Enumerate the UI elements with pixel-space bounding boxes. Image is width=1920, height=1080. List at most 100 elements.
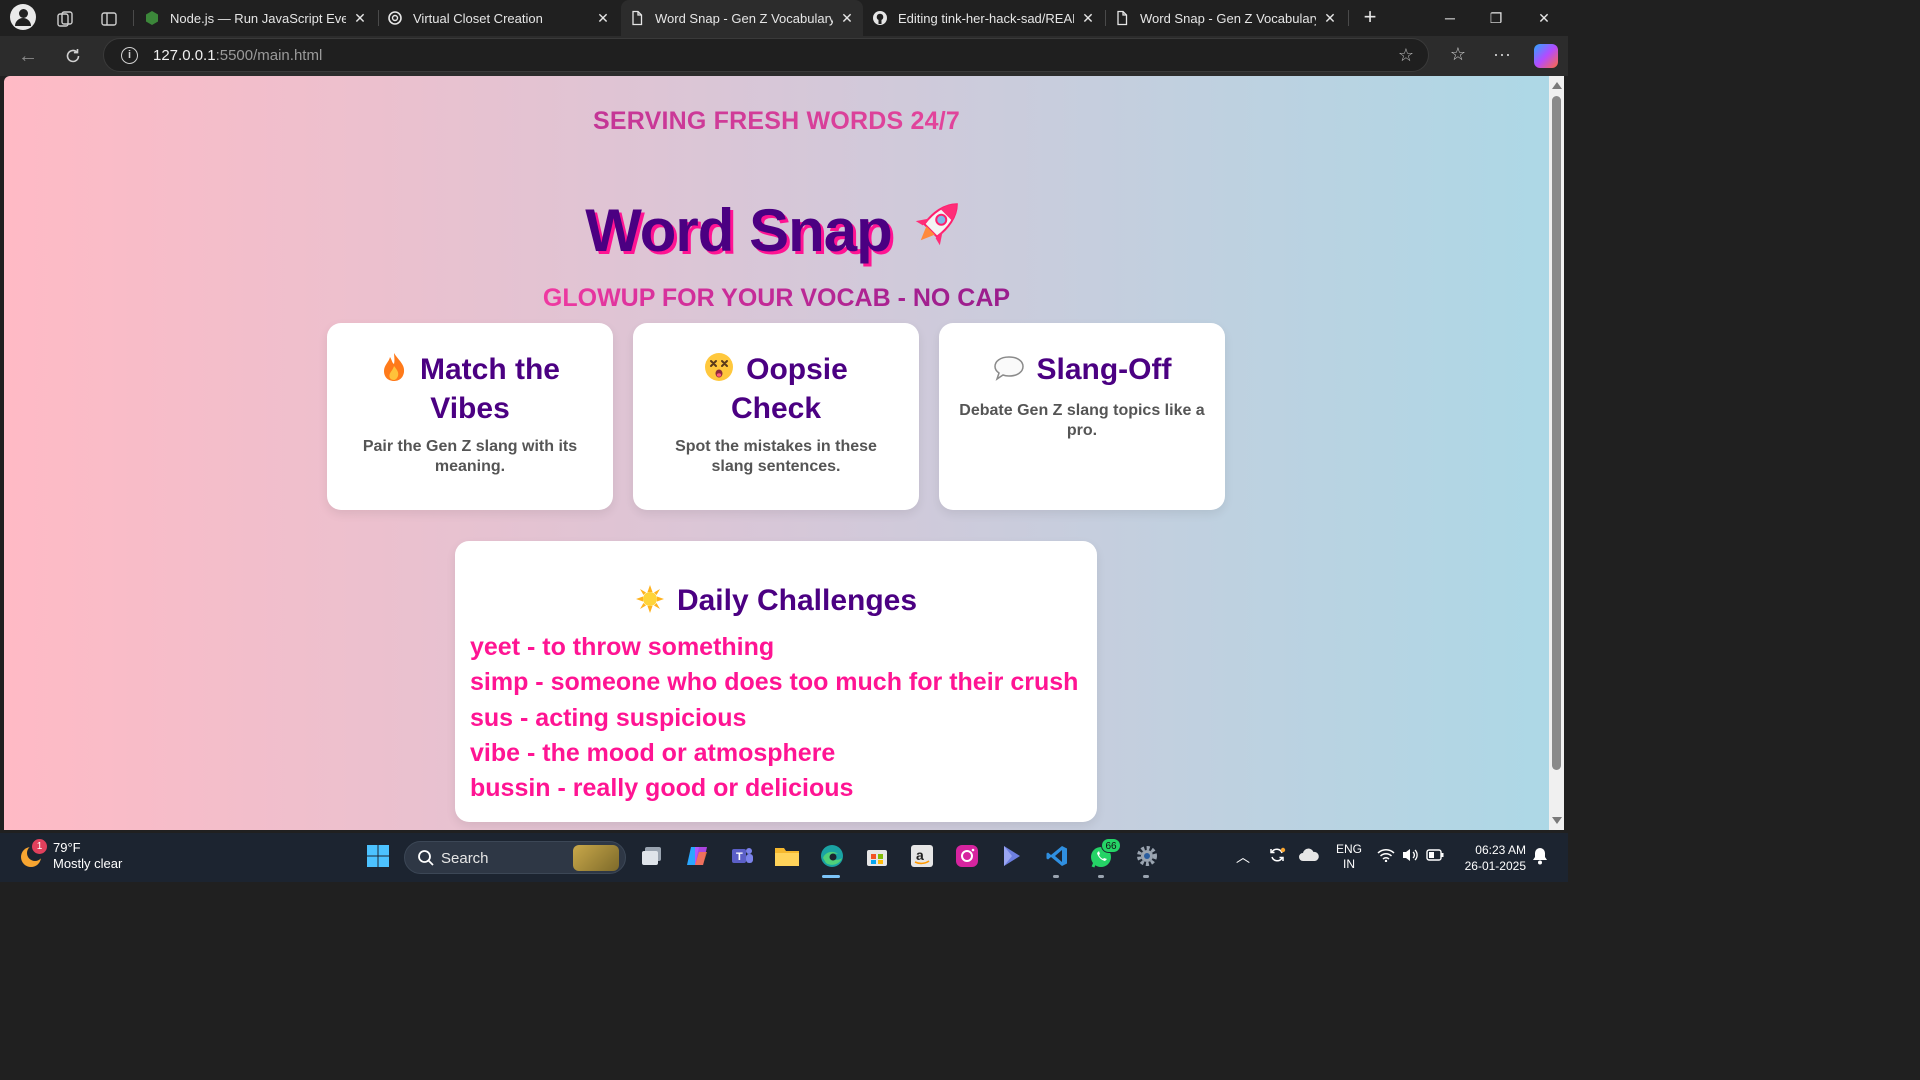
close-tab-icon[interactable]: ✕: [352, 10, 368, 26]
search-icon: [418, 850, 434, 866]
page-scrollbar[interactable]: [1549, 76, 1564, 830]
tab-bar: Node.js — Run JavaScript Everyw ✕ Virtua…: [0, 0, 1568, 36]
daily-challenges-title: Daily Challenges: [455, 584, 1097, 622]
list-item: vibe - the mood or atmosphere: [470, 738, 836, 767]
close-tab-icon[interactable]: ✕: [595, 10, 611, 26]
nodejs-icon: [144, 10, 160, 26]
whatsapp-icon[interactable]: 66: [1088, 838, 1121, 870]
reload-icon[interactable]: [61, 44, 85, 68]
wifi-icon[interactable]: [1377, 848, 1395, 865]
instagram-icon[interactable]: [953, 842, 981, 870]
dizzy-face-icon: [704, 352, 734, 391]
tab-virtual-closet[interactable]: Virtual Closet Creation ✕: [379, 4, 619, 32]
address-toolbar: ← i 127.0.0.1:5500/main.html ☆ ☆ ···: [0, 36, 1568, 76]
teams-icon[interactable]: T: [728, 842, 756, 870]
tab-github-readme[interactable]: Editing tink-her-hack-sad/READM ✕: [864, 4, 1104, 32]
close-window-icon[interactable]: ✕: [1524, 6, 1564, 30]
new-tab-icon[interactable]: +: [1358, 6, 1382, 30]
whatsapp-badge: 66: [1101, 838, 1121, 853]
store-icon[interactable]: [863, 842, 891, 870]
show-hidden-icons[interactable]: ︿: [1236, 847, 1250, 867]
page-icon: [1114, 10, 1130, 26]
taskbar: 1 79°F Mostly clear Search T a 66 ︿ ENG …: [0, 833, 1568, 882]
vertical-tabs-icon[interactable]: [98, 8, 120, 30]
page-viewport: SERVING FRESH WORDS 24/7 Word Snap GLOWU…: [4, 76, 1549, 830]
close-tab-icon[interactable]: ✕: [1080, 10, 1096, 26]
card-description: Debate Gen Z slang topics like a pro.: [959, 402, 1205, 439]
daily-challenges-list: yeet - to throw something simp - someone…: [470, 630, 1078, 806]
profile-icon[interactable]: [10, 4, 36, 30]
more-options-icon[interactable]: ···: [1490, 44, 1514, 65]
copilot-app-icon[interactable]: [683, 842, 711, 870]
active-app-indicator: [822, 875, 840, 878]
card-description: Spot the mistakes in these slang sentenc…: [675, 438, 877, 475]
list-item: bussin - really good or delicious: [470, 774, 854, 803]
fire-icon: [380, 352, 408, 391]
card-title: Match the Vibes: [327, 352, 613, 427]
vscode-icon[interactable]: [1043, 842, 1071, 870]
weather-badge: 1: [32, 839, 47, 854]
tab-title: Word Snap - Gen Z Vocabulary: [655, 10, 833, 26]
tab-word-snap[interactable]: Word Snap - Gen Z Vocabulary ✕: [1106, 4, 1346, 32]
page-title: Word Snap: [4, 193, 1549, 269]
speech-bubble-icon: [993, 354, 1025, 391]
restore-icon[interactable]: ❐: [1476, 6, 1516, 30]
list-item: yeet - to throw something: [470, 633, 775, 661]
tab-title: Virtual Closet Creation: [413, 10, 543, 26]
task-view-icon[interactable]: [638, 842, 666, 870]
tab-nodejs[interactable]: Node.js — Run JavaScript Everyw ✕: [136, 4, 376, 32]
running-indicator: [1143, 875, 1149, 878]
search-highlight-icon: [573, 845, 619, 871]
sun-icon: [635, 584, 665, 622]
clock[interactable]: 06:23 AM 26-01-2025: [1456, 842, 1526, 874]
start-icon[interactable]: [364, 842, 392, 870]
scroll-up-icon[interactable]: [1552, 82, 1562, 89]
rocket-icon: [906, 193, 968, 269]
weather-moon-icon: 1: [18, 839, 47, 869]
card-match-the-vibes[interactable]: Match the Vibes Pair the Gen Z slang wit…: [327, 323, 613, 510]
minimize-icon[interactable]: ─: [1430, 6, 1470, 30]
openai-icon: [387, 10, 403, 26]
favorite-star-icon[interactable]: ☆: [1398, 45, 1414, 66]
favorites-icon[interactable]: ☆: [1446, 44, 1470, 65]
workspaces-icon[interactable]: [54, 8, 76, 30]
file-explorer-icon[interactable]: [773, 842, 801, 870]
copilot-icon[interactable]: [1534, 44, 1558, 68]
onedrive-icon[interactable]: [1298, 848, 1320, 865]
site-info-icon[interactable]: i: [121, 47, 138, 64]
language-indicator[interactable]: ENG IN: [1334, 842, 1364, 872]
weather-desc: Mostly clear: [53, 856, 123, 871]
taskbar-search[interactable]: Search: [404, 841, 626, 874]
power-automate-icon[interactable]: [998, 842, 1026, 870]
tab-title: Node.js — Run JavaScript Everyw: [170, 10, 346, 26]
card-oopsie-check[interactable]: Oopsie Check Spot the mistakes in these …: [633, 323, 919, 510]
tab-word-snap-active[interactable]: Word Snap - Gen Z Vocabulary ✕: [621, 0, 863, 36]
card-description: Pair the Gen Z slang with its meaning.: [362, 438, 578, 475]
edge-icon[interactable]: [818, 842, 846, 870]
weather-temp: 79°F: [53, 840, 81, 855]
scrollbar-thumb[interactable]: [1552, 96, 1561, 770]
amazon-icon[interactable]: a: [908, 842, 936, 870]
sync-icon[interactable]: [1268, 846, 1286, 867]
scroll-down-icon[interactable]: [1552, 817, 1562, 824]
svg-text:T: T: [736, 851, 743, 863]
list-item: sus - acting suspicious: [470, 703, 747, 732]
url-text[interactable]: 127.0.0.1:5500/main.html: [153, 47, 322, 64]
back-icon[interactable]: ←: [16, 44, 40, 68]
settings-icon[interactable]: [1133, 842, 1161, 870]
weather-widget[interactable]: 1 79°F Mostly clear: [18, 839, 123, 872]
address-bar[interactable]: i 127.0.0.1:5500/main.html ☆: [103, 38, 1429, 72]
running-indicator: [1098, 875, 1104, 878]
card-title: Oopsie Check: [633, 352, 919, 427]
card-slang-off[interactable]: Slang-Off Debate Gen Z slang topics like…: [939, 323, 1225, 510]
clock-time: 06:23 AM: [1475, 843, 1526, 857]
github-icon: [872, 10, 888, 26]
close-tab-icon[interactable]: ✕: [1322, 10, 1338, 26]
volume-icon[interactable]: [1401, 847, 1419, 866]
battery-icon[interactable]: [1426, 849, 1444, 864]
svg-text:a: a: [916, 847, 924, 863]
daily-challenges-panel: Daily Challenges yeet - to throw somethi…: [455, 541, 1097, 822]
close-tab-icon[interactable]: ✕: [839, 10, 855, 26]
notification-bell-icon[interactable]: [1532, 847, 1548, 868]
tagline: SERVING FRESH WORDS 24/7: [4, 107, 1549, 136]
